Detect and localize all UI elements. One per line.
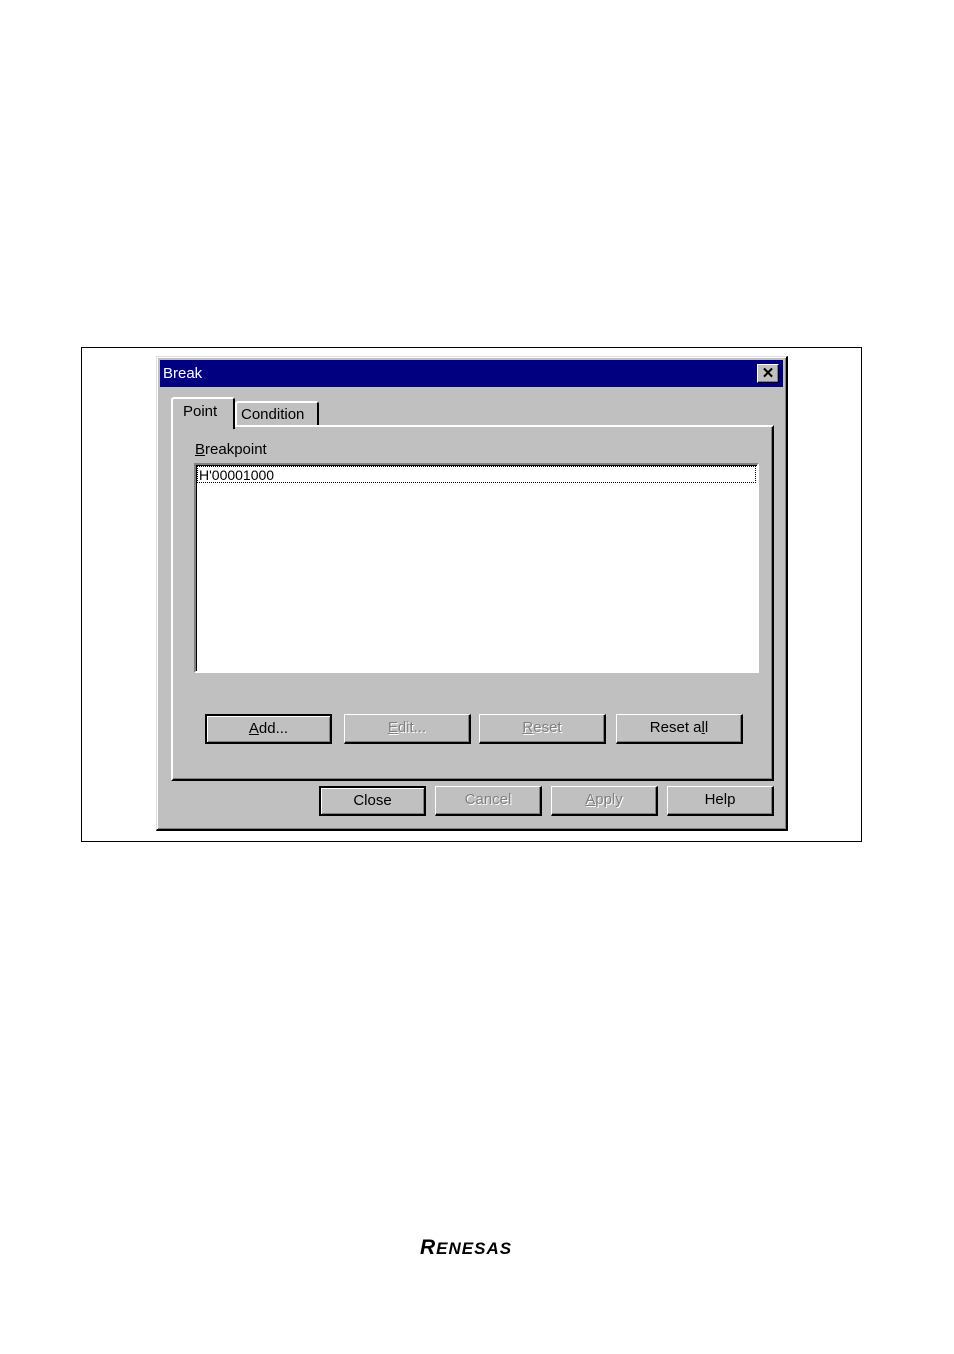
label-text: pply [595, 791, 623, 808]
label-text: eset [533, 719, 562, 736]
reset-button[interactable]: Reset [479, 714, 606, 744]
break-dialog: Break ✕ Point Condition Breakpoint H'000… [156, 356, 788, 831]
apply-button[interactable]: Apply [551, 786, 658, 816]
dialog-title: Break [163, 365, 203, 382]
mnemonic: A [248, 720, 259, 737]
mnemonic: A [585, 791, 596, 808]
close-x-icon: ✕ [761, 365, 775, 382]
breakpoint-label: Breakpoint [195, 441, 267, 458]
tab-condition[interactable]: Condition [235, 401, 319, 426]
label-text: l [704, 719, 709, 736]
label-text: Close [353, 792, 392, 809]
mnemonic: E [387, 719, 398, 736]
mnemonic: R [522, 719, 534, 736]
logo-text: ENESAS [436, 1239, 513, 1258]
tab-condition-label: Condition [241, 406, 305, 423]
logo-initial: R [420, 1236, 437, 1259]
tab-point[interactable]: Point [171, 397, 235, 429]
cancel-button[interactable]: Cancel [435, 786, 542, 816]
add-button[interactable]: Add... [205, 714, 332, 744]
label-text: Help [704, 791, 736, 808]
label-text: reakpoint [205, 441, 267, 458]
list-item[interactable]: H'00001000 [197, 466, 756, 483]
label-text: Reset a [649, 719, 702, 736]
reset-all-button[interactable]: Reset all [616, 714, 743, 744]
point-panel: Breakpoint H'00001000 Add... Edit... Res… [171, 425, 774, 781]
tab-point-label: Point [183, 403, 218, 420]
close-dialog-button[interactable]: Close [319, 786, 426, 816]
title-bar[interactable]: Break ✕ [160, 360, 783, 387]
edit-button[interactable]: Edit... [344, 714, 471, 744]
renesas-logo: RENESAS [420, 1236, 512, 1260]
help-button[interactable]: Help [667, 786, 774, 816]
label-text: Cancel [464, 791, 512, 808]
label-text: dit... [397, 719, 427, 736]
close-button[interactable]: ✕ [757, 364, 779, 383]
label-text: dd... [258, 720, 289, 737]
breakpoint-list[interactable]: H'00001000 [194, 463, 759, 673]
mnemonic: B [195, 441, 206, 458]
